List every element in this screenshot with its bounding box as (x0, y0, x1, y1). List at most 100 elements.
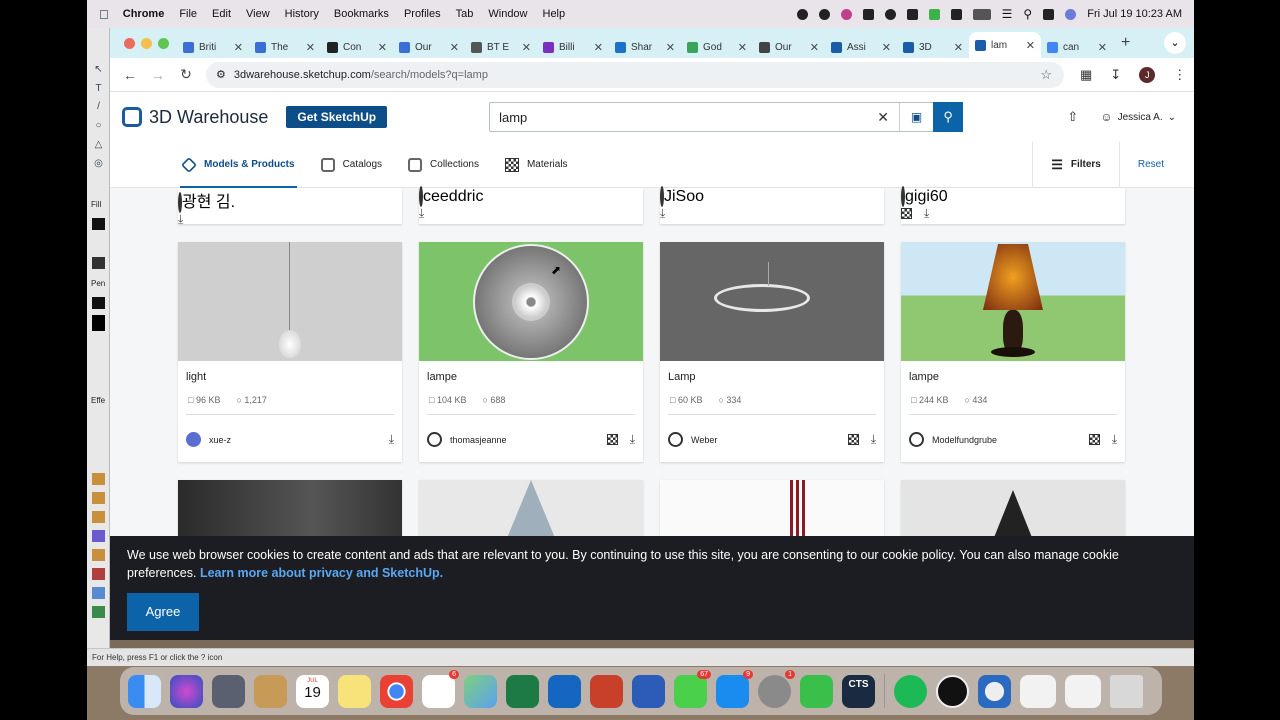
browser-tab[interactable]: Assi ✕ (825, 36, 897, 58)
forward-icon[interactable]: → (150, 67, 166, 83)
browser-tab[interactable]: lam ✕ (969, 32, 1041, 58)
browser-tab[interactable]: BT E ✕ (465, 36, 537, 58)
bookmark-star-icon[interactable]: ☆ (1040, 67, 1052, 83)
result-card[interactable] (419, 480, 643, 540)
system-settings-icon[interactable]: 1 (758, 669, 795, 708)
back-icon[interactable]: ← (122, 67, 138, 83)
component-icon[interactable] (92, 473, 105, 485)
messages-icon[interactable]: 67 (674, 669, 711, 708)
model-name[interactable]: lampe (909, 371, 939, 383)
reload-icon[interactable]: ↻ (178, 66, 194, 83)
menu-help[interactable]: Help (543, 8, 566, 20)
control-center-icon[interactable] (1043, 8, 1055, 20)
site-logo[interactable]: 3D Warehouse (122, 107, 268, 128)
browser-tab[interactable]: Our ✕ (393, 36, 465, 58)
excel-icon[interactable] (506, 674, 539, 708)
tab-materials[interactable]: Materials (503, 142, 570, 188)
calendar-icon[interactable]: JUL 19 (296, 674, 329, 708)
siri-icon[interactable] (1065, 8, 1077, 20)
box-icon[interactable] (92, 492, 105, 504)
author-name[interactable]: Modelfundgrube (932, 435, 997, 445)
result-card[interactable]: lampe □ 104 KB ○ 688 thomasjeanne ⤓ (419, 242, 643, 462)
result-card[interactable]: lampe □ 244 KB ○ 434 Modelfundgrube ⤓ (901, 242, 1125, 462)
airdrop-icon[interactable] (906, 8, 918, 20)
crate-icon[interactable] (92, 549, 105, 561)
close-tab-icon[interactable]: ✕ (1026, 39, 1035, 52)
download-icon[interactable]: ⤓ (419, 206, 424, 221)
result-card[interactable] (178, 480, 402, 540)
chrome-menu-icon[interactable]: ⋮ (1173, 67, 1186, 83)
browser-tab[interactable]: God ✕ (681, 36, 753, 58)
site-info-icon[interactable]: ⚙ (216, 68, 226, 81)
bookmark-tool-icon[interactable] (92, 568, 105, 580)
menu-profiles[interactable]: Profiles (404, 8, 441, 20)
close-tab-icon[interactable]: ✕ (954, 41, 963, 54)
tab-collections[interactable]: Collections (406, 142, 481, 188)
trash-icon[interactable] (1110, 674, 1143, 708)
filters-button[interactable]: ☰ Filters (1032, 141, 1120, 188)
close-tab-icon[interactable]: ✕ (810, 41, 819, 54)
browser-tab[interactable]: The ✕ (249, 36, 321, 58)
battery-icon[interactable] (972, 8, 991, 20)
minimize-window-button[interactable] (141, 37, 152, 49)
model-thumbnail[interactable] (178, 242, 402, 361)
wifi-icon[interactable]: ☰ (1002, 7, 1013, 21)
extensions-icon[interactable]: ▦ (1080, 67, 1092, 83)
window-thumbnail[interactable] (1020, 674, 1056, 708)
result-card[interactable]: Lamp □ 60 KB ○ 334 Weber ⤓ (660, 242, 884, 462)
result-card[interactable] (660, 480, 884, 540)
contacts-icon[interactable] (254, 674, 287, 708)
siri-app-icon[interactable] (170, 674, 203, 708)
tab-models-products[interactable]: Models & Products (180, 142, 297, 188)
finder-icon[interactable] (128, 674, 161, 708)
download-icon[interactable]: ⤓ (630, 432, 635, 447)
image-search-icon[interactable]: ▣ (899, 103, 933, 131)
close-tab-icon[interactable]: ✕ (1098, 41, 1107, 54)
window-thumbnail[interactable] (1065, 674, 1101, 708)
model-name[interactable]: light (186, 371, 206, 383)
result-card[interactable]: 광현 김. ⤓ (178, 188, 402, 226)
cts-icon[interactable]: CTS (842, 674, 875, 708)
result-card[interactable]: gigi60 ⤓ (901, 186, 1125, 224)
layers-tool-icon[interactable] (92, 587, 105, 599)
author-name[interactable]: Weber (691, 435, 717, 445)
profile-avatar[interactable]: J (1139, 66, 1156, 83)
model-name[interactable]: Lamp (668, 371, 696, 383)
spiral-tool-icon[interactable]: ◎ (92, 158, 105, 170)
preview-icon[interactable] (978, 674, 1011, 708)
close-tab-icon[interactable]: ✕ (594, 41, 603, 54)
search-icon[interactable]: ⚲ (933, 102, 964, 132)
pen-swatch[interactable] (92, 297, 105, 309)
notes-icon[interactable] (338, 674, 371, 708)
menu-edit[interactable]: Edit (212, 8, 231, 20)
select-tool-icon[interactable]: ↖ (92, 64, 105, 76)
model-name[interactable]: lampe (427, 371, 457, 383)
maps-icon[interactable] (464, 674, 497, 708)
shield-status-icon[interactable] (862, 8, 874, 20)
model-thumbnail[interactable] (901, 242, 1125, 361)
network-status-icon[interactable] (884, 8, 896, 20)
text-tool-icon[interactable]: T (92, 83, 105, 95)
line-tool-icon[interactable]: / (92, 101, 105, 113)
download-icon[interactable]: ⤓ (389, 432, 394, 447)
download-icon[interactable]: ⤓ (660, 206, 665, 221)
result-card[interactable]: JiSoo ⤓ (660, 186, 884, 224)
menu-file[interactable]: File (179, 8, 197, 20)
close-tab-icon[interactable]: ✕ (882, 41, 891, 54)
powerpoint-icon[interactable] (590, 674, 623, 708)
app-store-icon[interactable]: 9 (716, 669, 753, 708)
menu-window[interactable]: Window (488, 8, 527, 20)
author-name[interactable]: 광현 김. (182, 194, 235, 211)
download-icon[interactable]: ⤓ (924, 206, 929, 221)
loom-icon[interactable] (818, 8, 830, 20)
browser-tab[interactable]: Briti ✕ (177, 36, 249, 58)
close-tab-icon[interactable]: ✕ (738, 41, 747, 54)
vectorworks-icon[interactable] (936, 674, 969, 708)
close-tab-icon[interactable]: ✕ (234, 41, 243, 54)
close-tab-icon[interactable]: ✕ (450, 41, 459, 54)
circle-tool-icon[interactable]: ○ (92, 120, 105, 132)
download-icon[interactable]: ⤓ (871, 432, 876, 447)
outlook-icon[interactable] (548, 674, 581, 708)
plugin-icon[interactable] (928, 8, 940, 20)
menu-tab[interactable]: Tab (456, 8, 474, 20)
